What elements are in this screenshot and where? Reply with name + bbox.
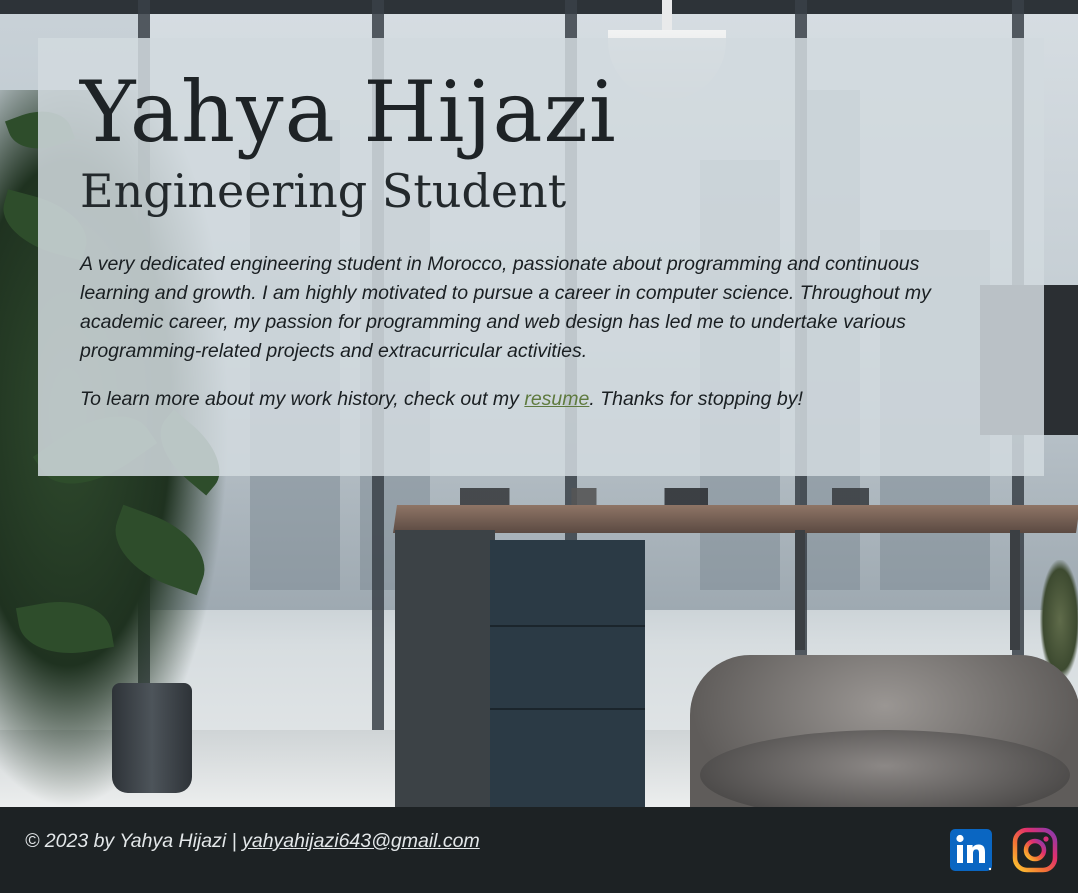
instagram-link[interactable]	[1012, 827, 1058, 873]
bio-paragraph: A very dedicated engineering student in …	[80, 253, 931, 362]
linkedin-link[interactable]	[948, 827, 994, 873]
resume-paragraph: To learn more about my work history, che…	[80, 385, 980, 414]
email-link[interactable]: yahyahijazi643@gmail.com	[242, 830, 480, 852]
resume-text-before: To learn more about my work history, che…	[80, 388, 525, 410]
page-subtitle: Engineering Student	[80, 164, 567, 218]
intro-card: Yahya Hijazi Engineering Student A very …	[38, 38, 1044, 476]
copyright-label: © 2023 by Yahya Hijazi |	[25, 830, 243, 852]
resume-link[interactable]: resume	[524, 388, 589, 410]
linkedin-icon	[950, 829, 992, 871]
copyright-text: © 2023 by Yahya Hijazi | yahyahijazi643@…	[25, 830, 480, 853]
resume-text-after: . Thanks for stopping by!	[589, 388, 803, 410]
page-title: Yahya Hijazi	[80, 63, 617, 161]
footer: © 2023 by Yahya Hijazi | yahyahijazi643@…	[0, 807, 1078, 893]
instagram-icon	[1012, 827, 1058, 873]
